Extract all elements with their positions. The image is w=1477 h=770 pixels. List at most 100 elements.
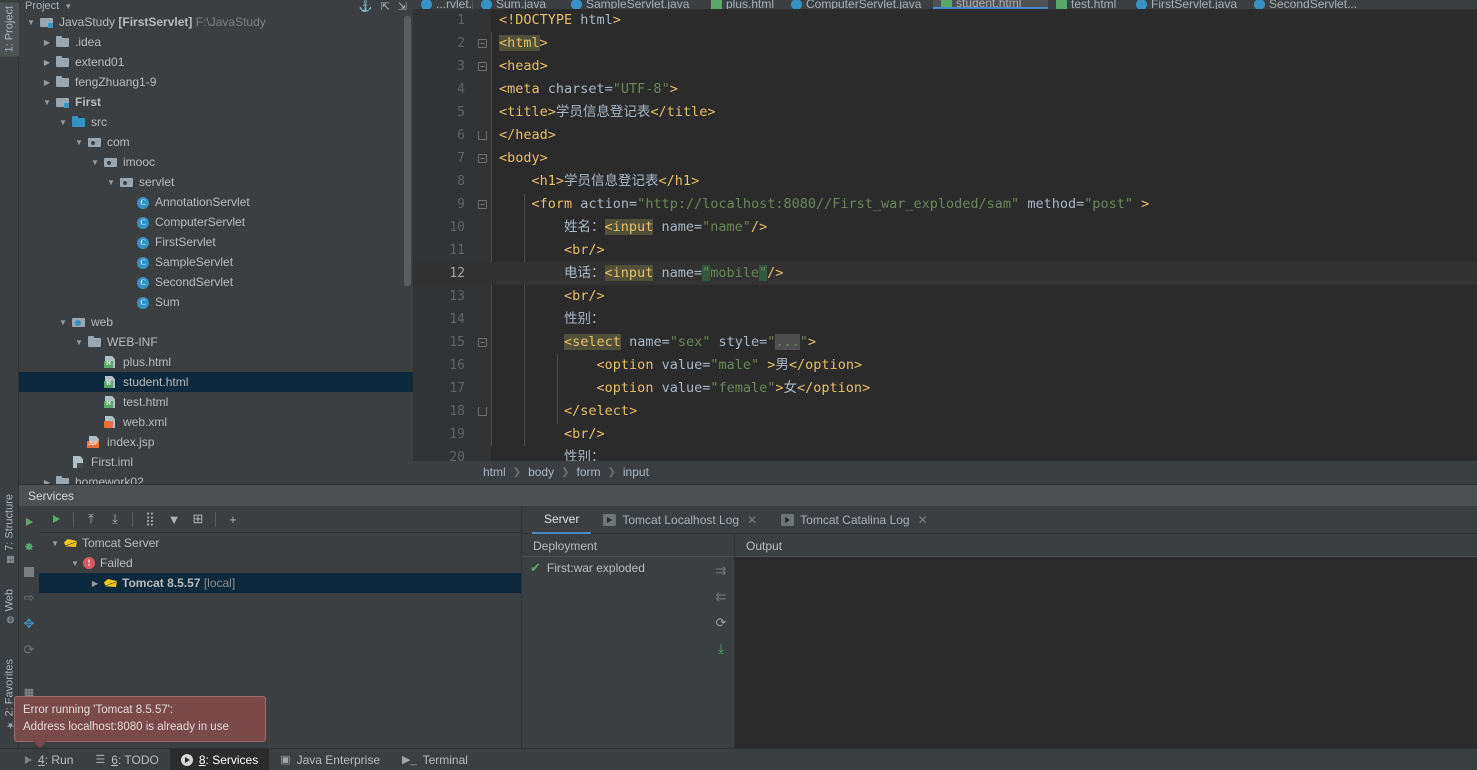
editor-tab[interactable]: Sum.java (473, 0, 563, 9)
code-line[interactable]: 18 </select> (413, 400, 1477, 423)
code-editor[interactable]: 1 <!DOCTYPE html> 2 − <html> 3 − <head> 4 <meta c… (413, 9, 1477, 461)
editor-tab[interactable]: ...rvlet.java (413, 0, 473, 9)
chevron-down-icon[interactable]: ▼ (47, 539, 63, 548)
services-toolbar[interactable]: ⤒ ⤓ ⣿ ▼ ⊞ + (39, 506, 521, 533)
breadcrumb-item[interactable]: body (528, 465, 554, 479)
code-line[interactable]: 17 <option value="female">女</option> (413, 377, 1477, 400)
project-tree-row[interactable]: C SecondServlet (19, 272, 413, 292)
add-tab-button[interactable]: ⊞ (187, 508, 209, 530)
services-tab[interactable]: Server (532, 506, 592, 534)
project-tree-row[interactable]: C SampleServlet (19, 252, 413, 272)
chevron-down-icon[interactable]: ▼ (71, 338, 87, 347)
tool-tab-project[interactable]: 1: Project (0, 2, 19, 57)
chevron-right-icon[interactable]: ▶ (39, 58, 55, 67)
code-line[interactable]: 16 <option value="male" >男</option> (413, 354, 1477, 377)
project-tree-row[interactable]: ▼ servlet (19, 172, 413, 192)
editor-tab[interactable]: FirstServlet.java (1128, 0, 1246, 9)
filter-button[interactable]: ▼ (163, 508, 185, 530)
project-tree-row[interactable]: ▶ extend01 (19, 52, 413, 72)
run-button[interactable] (19, 512, 39, 532)
chevron-right-icon[interactable]: ▶ (39, 38, 55, 47)
fold-collapse-icon[interactable]: − (478, 200, 487, 209)
editor-tab[interactable]: plus.html (703, 0, 783, 9)
code-line[interactable]: 15 − <select name="sex" style="..."> (413, 331, 1477, 354)
collapse-all-button[interactable]: ⤓ (104, 508, 126, 530)
project-tree-row[interactable]: C AnnotationServlet (19, 192, 413, 212)
status-bar-item[interactable]: ☰ 6: TODO (84, 749, 169, 770)
code-line[interactable]: 20 性别： (413, 446, 1477, 461)
expand-all-button[interactable]: ⤒ (80, 508, 102, 530)
deploy-button[interactable]: ⇨ (19, 588, 39, 608)
breadcrumb-item[interactable]: input (623, 465, 649, 479)
restart-button[interactable]: ⟳ (19, 640, 39, 660)
chevron-down-icon[interactable]: ▼ (67, 559, 83, 568)
code-line[interactable]: 2 − <html> (413, 32, 1477, 55)
group-by-button[interactable]: ⣿ (139, 508, 161, 530)
chevron-down-icon[interactable]: ▼ (59, 2, 72, 11)
debug-button[interactable]: ✸ (19, 537, 39, 557)
code-line[interactable]: 1 <!DOCTYPE html> (413, 9, 1477, 32)
project-tree-row[interactable]: web.xml (19, 412, 413, 432)
close-icon[interactable]: ✕ (918, 513, 928, 527)
collapse-icon[interactable]: ⇱ (381, 0, 398, 13)
update-button[interactable]: ✥ (19, 614, 39, 634)
anchor-icon[interactable]: ⚓ (359, 0, 381, 13)
project-tree-row[interactable]: ▼ web (19, 312, 413, 332)
redeploy-icon[interactable]: ⟳ (711, 613, 731, 633)
project-tree-row[interactable]: ▼ com (19, 132, 413, 152)
deploy-all-icon[interactable]: ⇉ (711, 561, 731, 581)
services-tab-bar[interactable]: Server Tomcat Localhost Log ✕ Tomcat Catali… (522, 506, 1477, 534)
chevron-down-icon[interactable]: ▼ (55, 318, 71, 327)
close-icon[interactable]: ✕ (747, 513, 757, 527)
status-bar-item[interactable]: ▣ Java Enterprise (269, 749, 391, 770)
services-tree-row[interactable]: ▼ Tomcat Server (39, 533, 521, 553)
chevron-right-icon[interactable]: ▶ (39, 78, 55, 87)
fold-end-icon[interactable] (478, 407, 487, 416)
code-line[interactable]: 11 <br/> (413, 239, 1477, 262)
fold-collapse-icon[interactable]: − (478, 338, 487, 347)
project-tree-row[interactable]: plus.html (19, 352, 413, 372)
project-tree-row[interactable]: student.html (19, 372, 413, 392)
download-icon[interactable]: ⤓ (711, 639, 731, 659)
breadcrumb[interactable]: html ❯ body ❯ form ❯ input (413, 461, 1477, 483)
undeploy-icon[interactable]: ⇇ (711, 587, 731, 607)
project-tree-row[interactable]: First.iml (19, 452, 413, 472)
tool-tab-web[interactable]: ◍ Web (0, 585, 19, 628)
services-tab[interactable]: Tomcat Catalina Log ✕ (769, 506, 939, 534)
chevron-down-icon[interactable]: ▼ (103, 178, 119, 187)
fold-collapse-icon[interactable]: − (478, 62, 487, 71)
project-tree-row[interactable]: C FirstServlet (19, 232, 413, 252)
hide-icon[interactable]: ⇲ (398, 0, 413, 13)
code-line[interactable]: 7 − <body> (413, 147, 1477, 170)
editor-tab[interactable]: SecondServlet... (1246, 0, 1356, 9)
code-line[interactable]: 10 姓名：<input name="name"/> (413, 216, 1477, 239)
stop-button[interactable] (19, 562, 39, 582)
code-lines[interactable]: 1 <!DOCTYPE html> 2 − <html> 3 − <head> 4 <meta c… (413, 9, 1477, 461)
project-scrollbar[interactable] (404, 16, 411, 286)
code-line[interactable]: 13 <br/> (413, 285, 1477, 308)
services-tree-row[interactable]: ▶ Tomcat 8.5.57 [local] (39, 573, 521, 593)
project-tree-row[interactable]: ▼ First (19, 92, 413, 112)
add-service-button[interactable]: + (222, 508, 244, 530)
code-line[interactable]: 5 <title>学员信息登记表</title> (413, 101, 1477, 124)
code-line[interactable]: 4 <meta charset="UTF-8"> (413, 78, 1477, 101)
project-tree-row[interactable]: ▼ imooc (19, 152, 413, 172)
project-tree-row[interactable]: ▶ .idea (19, 32, 413, 52)
editor-tab[interactable]: SampleServlet.java (563, 0, 703, 9)
status-bar-item[interactable]: 4: Run (14, 749, 84, 770)
code-line[interactable]: 19 <br/> (413, 423, 1477, 446)
chevron-down-icon[interactable]: ▼ (23, 18, 39, 27)
project-tree-row[interactable]: ▶ fengZhuang1-9 (19, 72, 413, 92)
tool-tab-structure[interactable]: ▦ 7: Structure (0, 490, 19, 568)
editor-tab[interactable]: ComputerServlet.java (783, 0, 933, 9)
chevron-down-icon[interactable]: ▼ (39, 98, 55, 107)
chevron-down-icon[interactable]: ▼ (55, 118, 71, 127)
code-line[interactable]: 12 电话：<input name="mobile"/> (413, 262, 1477, 285)
project-tree-row[interactable]: C ComputerServlet (19, 212, 413, 232)
project-tree-row[interactable]: index.jsp (19, 432, 413, 452)
project-tree-row[interactable]: C Sum (19, 292, 413, 312)
status-bar-item[interactable]: 8: Services (169, 748, 270, 770)
deployment-item[interactable]: ✔ First:war exploded (522, 557, 734, 579)
editor-tab[interactable]: student.html (933, 0, 1048, 9)
editor-tab-bar[interactable]: ...rvlet.java Sum.java SampleServlet.java p… (413, 0, 1477, 9)
